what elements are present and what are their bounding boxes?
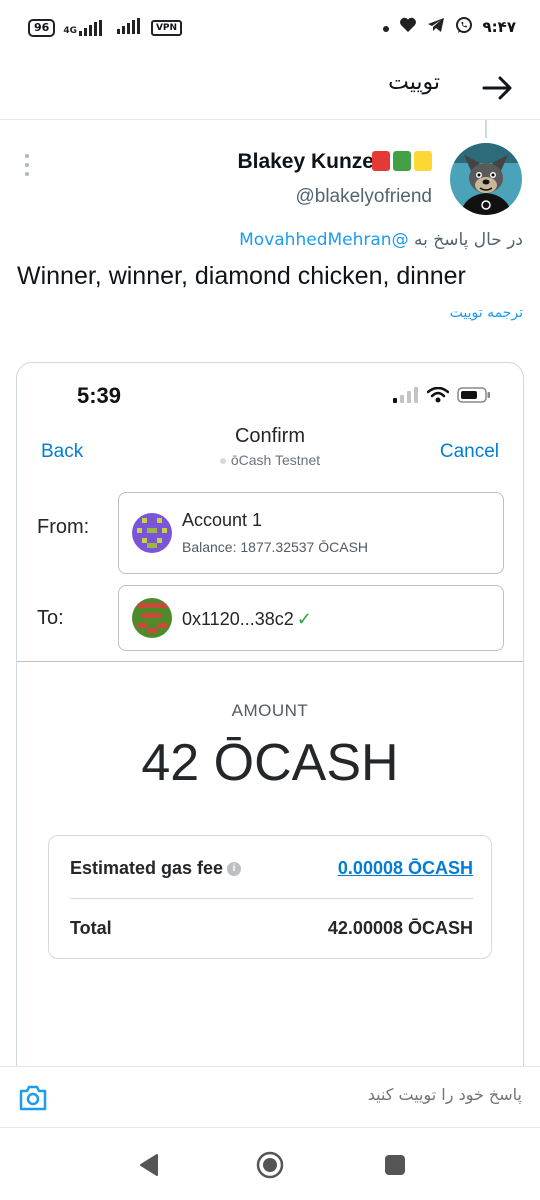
fee-summary-card: Estimated gas fee i 0.00008 ŌCASH Total 4…	[48, 835, 492, 959]
gas-fee-label-row: Estimated gas fee i	[70, 858, 242, 879]
status-bar-left: 96 4G VPN	[28, 18, 183, 38]
reply-mention-link[interactable]: @MovahhedMehran	[239, 230, 408, 250]
amount-label: AMOUNT	[231, 701, 309, 720]
signal-bars-icon	[116, 18, 143, 38]
status-bar: 96 4G VPN ۹:۴۷	[0, 0, 540, 58]
author-handle[interactable]: @blakelyofriend	[295, 186, 432, 208]
from-account-box[interactable]: Account 1 Balance: 1877.32537 ŌCASH	[118, 492, 504, 574]
battery-icon	[457, 387, 491, 407]
author-avatar[interactable]	[450, 143, 522, 215]
gas-fee-label: Estimated gas fee	[70, 858, 224, 878]
nav-back-icon[interactable]	[134, 1150, 164, 1180]
section-divider	[17, 661, 523, 662]
network-indicator: ōCash Testnet	[17, 452, 523, 468]
embedded-status-icons	[393, 386, 491, 407]
network-dot-icon	[219, 458, 226, 465]
total-label: Total	[70, 918, 112, 938]
whatsapp-icon	[455, 16, 473, 38]
reply-composer-bar	[0, 1066, 540, 1128]
to-address: 0x1120...38c2 ✓	[182, 609, 312, 630]
to-address-text: 0x1120...38c2	[182, 609, 294, 629]
nav-recents-icon[interactable]	[380, 1150, 410, 1180]
embedded-status-time: 5:39	[77, 383, 122, 408]
tweet-text: Winner, winner, diamond chicken, dinner	[17, 262, 466, 290]
battery-indicator: 96	[28, 19, 56, 37]
status-bar-right: ۹:۴۷	[382, 16, 516, 38]
tweet-media-image[interactable]: 5:39 Back Confirm Cancel ōCash Testnet F…	[16, 362, 524, 1102]
wifi-icon	[426, 386, 450, 407]
from-account-balance: Balance: 1877.32537 ŌCASH	[182, 539, 369, 555]
cellular-signal-icon	[393, 387, 419, 407]
reply-input[interactable]	[102, 1085, 522, 1104]
from-account-name: Account 1	[182, 510, 263, 530]
from-account-identicon	[132, 513, 172, 553]
replying-to-line: در حال پاسخ به @MovahhedMehran	[239, 230, 523, 250]
verified-check-icon: ✓	[296, 609, 312, 629]
to-account-box[interactable]: 0x1120...38c2 ✓	[118, 585, 504, 651]
total-value: 42.00008 ŌCASH	[327, 918, 473, 938]
replying-to-label: در حال پاسخ به	[413, 230, 523, 250]
fee-divider	[70, 898, 473, 899]
page-title: توییت	[388, 70, 440, 95]
info-icon[interactable]: i	[227, 862, 242, 877]
vpn-badge: VPN	[150, 20, 183, 36]
yellow-square-emoji	[414, 151, 432, 171]
network-type-label: 4G	[63, 26, 77, 36]
red-square-emoji	[372, 151, 390, 171]
camera-icon[interactable]	[18, 1084, 48, 1112]
translate-tweet-link[interactable]: ترجمه توییت	[450, 305, 523, 321]
more-options-icon[interactable]	[22, 152, 32, 178]
system-nav-bar	[0, 1130, 540, 1200]
signal-4g-icon: 4G	[63, 20, 109, 36]
telegram-icon	[427, 17, 445, 37]
nav-home-icon[interactable]	[255, 1150, 285, 1180]
name-flag-emojis	[372, 151, 432, 171]
author-name[interactable]: Blakey Kunze	[237, 150, 374, 174]
clock-time: ۹:۴۷	[482, 18, 516, 36]
back-arrow-button[interactable]	[478, 70, 518, 106]
from-label: From:	[37, 516, 90, 538]
to-label: To:	[37, 607, 64, 629]
notification-dot-icon	[382, 18, 389, 36]
thread-connector-line	[485, 120, 487, 138]
amount-value: 42 ŌCASH	[141, 734, 399, 792]
app-header: توییت	[0, 58, 540, 120]
heart-icon	[399, 17, 417, 37]
to-account-identicon	[132, 598, 172, 638]
green-square-emoji	[393, 151, 411, 171]
network-name: ōCash Testnet	[230, 452, 321, 468]
gas-fee-value-link[interactable]: 0.00008 ŌCASH	[338, 858, 473, 879]
